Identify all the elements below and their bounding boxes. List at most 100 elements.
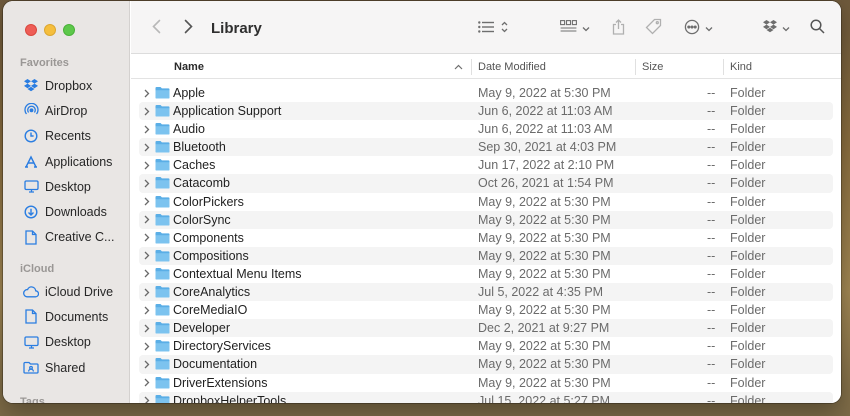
group-button[interactable] <box>557 17 593 39</box>
column-date-header[interactable]: Date Modified <box>478 55 546 79</box>
column-divider[interactable] <box>471 59 472 75</box>
table-row[interactable]: Catacomb Oct 26, 2021 at 1:54 PM -- Folder <box>139 174 833 193</box>
more-actions-button[interactable] <box>680 17 716 39</box>
disclosure-chevron-icon[interactable] <box>142 229 152 247</box>
close-button[interactable] <box>25 24 37 36</box>
sidebar-item-icloud-desktop[interactable]: Desktop <box>3 330 130 355</box>
disclosure-chevron-icon[interactable] <box>142 84 152 102</box>
column-size-header[interactable]: Size <box>642 55 663 79</box>
disclosure-chevron-icon[interactable] <box>142 392 152 403</box>
tag-button[interactable] <box>642 17 664 39</box>
zoom-button[interactable] <box>63 24 75 36</box>
file-date-modified: Oct 26, 2021 at 1:54 PM <box>478 176 614 191</box>
disclosure-chevron-icon[interactable] <box>142 247 152 265</box>
share-button[interactable] <box>608 17 628 39</box>
sidebar-item-shared[interactable]: Shared <box>3 355 130 380</box>
column-kind-header[interactable]: Kind <box>730 55 752 79</box>
updown-chevron-icon <box>501 21 508 36</box>
file-kind: Folder <box>730 303 766 318</box>
disclosure-chevron-icon[interactable] <box>142 120 152 138</box>
file-size: -- <box>707 176 716 191</box>
sidebar-item-documents[interactable]: Documents <box>3 304 130 329</box>
folder-icon <box>155 267 170 280</box>
file-date-modified: May 9, 2022 at 5:30 PM <box>478 230 611 245</box>
file-size: -- <box>707 122 716 137</box>
folder-icon <box>155 339 170 352</box>
back-button[interactable] <box>146 17 166 39</box>
sort-ascending-icon[interactable] <box>454 55 463 79</box>
file-kind: Folder <box>730 230 766 245</box>
disclosure-chevron-icon[interactable] <box>142 156 152 174</box>
file-kind: Folder <box>730 266 766 281</box>
table-row[interactable]: Components May 9, 2022 at 5:30 PM -- Folder <box>139 229 833 247</box>
dropbox-icon <box>23 78 39 94</box>
search-button[interactable] <box>807 17 827 39</box>
sidebar-item-desktop[interactable]: Desktop <box>3 174 130 199</box>
view-options-button[interactable] <box>475 17 511 39</box>
table-row[interactable]: Apple May 9, 2022 at 5:30 PM -- Folder <box>139 84 833 102</box>
table-row[interactable]: Developer Dec 2, 2021 at 9:27 PM -- Folder <box>139 319 833 338</box>
table-row[interactable]: Audio Jun 6, 2022 at 11:03 AM -- Folder <box>139 120 833 138</box>
table-row[interactable]: ColorPickers May 9, 2022 at 5:30 PM -- Fold… <box>139 193 833 211</box>
folder-icon <box>155 357 170 370</box>
table-row[interactable]: Bluetooth Sep 30, 2021 at 4:03 PM -- Folder <box>139 138 833 157</box>
file-date-modified: May 9, 2022 at 5:30 PM <box>478 248 611 263</box>
disclosure-chevron-icon[interactable] <box>142 102 152 120</box>
file-name: CoreMediaIO <box>173 303 248 318</box>
chevron-down-icon <box>782 21 790 35</box>
dropbox-menu-button[interactable] <box>760 17 792 39</box>
file-kind: Folder <box>730 86 766 100</box>
disclosure-chevron-icon[interactable] <box>142 138 152 156</box>
disclosure-chevron-icon[interactable] <box>142 374 152 392</box>
minimize-button[interactable] <box>44 24 56 36</box>
column-divider[interactable] <box>723 59 724 75</box>
folder-icon <box>155 195 170 208</box>
table-row[interactable]: DriverExtensions May 9, 2022 at 5:30 PM --… <box>139 374 833 392</box>
sidebar-item-downloads[interactable]: Downloads <box>3 199 130 224</box>
table-row[interactable]: Contextual Menu Items May 9, 2022 at 5:30… <box>139 265 833 283</box>
disclosure-chevron-icon[interactable] <box>142 283 152 301</box>
sidebar-item-icloud-drive[interactable]: iCloud Drive <box>3 279 130 304</box>
table-row[interactable]: Caches Jun 17, 2022 at 2:10 PM -- Folder <box>139 156 833 174</box>
disclosure-chevron-icon[interactable] <box>142 319 152 337</box>
sidebar-item-creative-cloud[interactable]: Creative C... <box>3 225 130 250</box>
chevron-down-icon <box>582 21 590 35</box>
table-row[interactable]: CoreMediaIO May 9, 2022 at 5:30 PM -- Folde… <box>139 301 833 319</box>
grid-view-icon <box>560 20 577 36</box>
file-kind: Folder <box>730 140 766 155</box>
document-icon <box>23 309 39 325</box>
ellipsis-circle-icon <box>684 19 700 38</box>
sidebar-item-airdrop[interactable]: AirDrop <box>3 98 130 123</box>
table-row[interactable]: DropboxHelperTools Jul 15, 2022 at 5:27 P… <box>139 391 833 403</box>
table-row[interactable]: Application Support Jun 6, 2022 at 11:03 … <box>139 102 833 121</box>
disclosure-chevron-icon[interactable] <box>142 211 152 229</box>
disclosure-chevron-icon[interactable] <box>142 301 152 319</box>
disclosure-chevron-icon[interactable] <box>142 355 152 373</box>
file-list: Apple May 9, 2022 at 5:30 PM -- Folder Appli… <box>139 84 833 403</box>
table-row[interactable]: Compositions May 9, 2022 at 5:30 PM -- Fold… <box>139 246 833 265</box>
file-name: Contextual Menu Items <box>173 266 302 281</box>
file-name: Application Support <box>173 104 282 119</box>
table-row[interactable]: ColorSync May 9, 2022 at 5:30 PM -- Folder <box>139 210 833 229</box>
file-kind: Folder <box>730 194 766 209</box>
file-kind: Folder <box>730 339 766 354</box>
sidebar-item-recents[interactable]: Recents <box>3 124 130 149</box>
file-kind: Folder <box>730 375 766 390</box>
folder-icon <box>155 321 170 334</box>
column-divider[interactable] <box>635 59 636 75</box>
disclosure-chevron-icon[interactable] <box>142 265 152 283</box>
disclosure-chevron-icon[interactable] <box>142 174 152 192</box>
disclosure-chevron-icon[interactable] <box>142 193 152 211</box>
sidebar-item-dropbox[interactable]: Dropbox <box>3 73 130 98</box>
table-row[interactable]: CoreAnalytics Jul 5, 2022 at 4:35 PM -- Fol… <box>139 283 833 302</box>
column-name-header[interactable]: Name <box>174 55 204 79</box>
sidebar-item-applications[interactable]: Applications <box>3 149 130 174</box>
folder-icon <box>155 158 170 171</box>
file-date-modified: Jun 6, 2022 at 11:03 AM <box>478 122 613 137</box>
table-row[interactable]: DirectoryServices May 9, 2022 at 5:30 PM -… <box>139 337 833 355</box>
file-date-modified: May 9, 2022 at 5:30 PM <box>478 212 611 227</box>
folder-icon <box>155 394 170 403</box>
forward-button[interactable] <box>178 17 198 39</box>
table-row[interactable]: Documentation May 9, 2022 at 5:30 PM -- Fol… <box>139 355 833 374</box>
disclosure-chevron-icon[interactable] <box>142 337 152 355</box>
